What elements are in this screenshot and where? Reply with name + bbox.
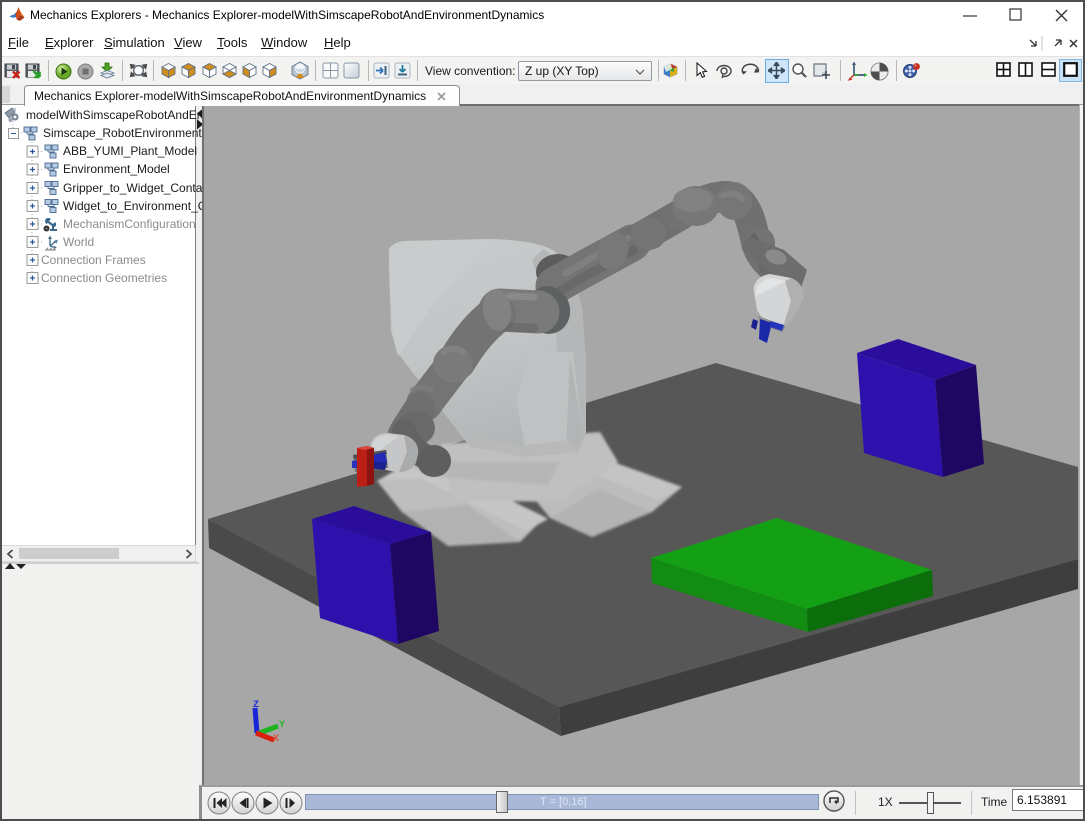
svg-text:Z: Z [253, 700, 259, 711]
svg-text:Y: Y [279, 720, 285, 731]
svg-text:X: X [273, 734, 279, 745]
